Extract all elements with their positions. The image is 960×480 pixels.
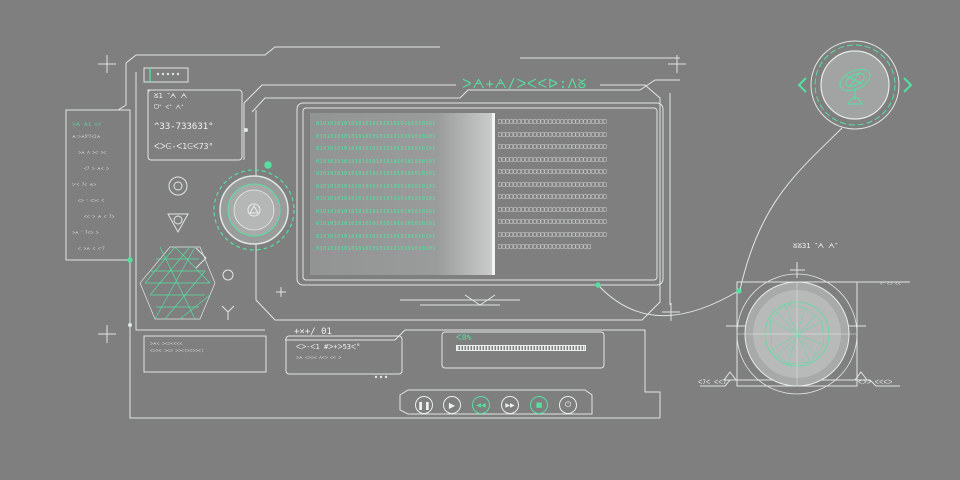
code-line: ᐸᐳ ᐩ ᐸᐳᐸ ᐸ — [78, 198, 105, 203]
right-label-d: ᐸᐳᐳ ᐸᐸᐸᐳ — [858, 379, 893, 386]
left-label-top: ᘜ1 ᐩᗅ ᗅ — [154, 92, 188, 100]
progress-label: ᐸ0% — [456, 333, 472, 342]
binary-row: 0101010101010101010101010101010101 — [316, 121, 436, 127]
lower-title: +×+/ 01 — [294, 327, 332, 337]
left-code-a: ^33-733631° — [154, 122, 214, 132]
scan-line — [492, 113, 495, 275]
empty-cell-row: □□□□□□□□□□□□□□□□□□□□□□□□ — [498, 244, 592, 250]
right-label-a: ᘜᘜ31 ᐩᗅ ᗅᐩ — [793, 242, 838, 250]
binary-row: 0101010101010101010101010101010101 — [316, 208, 436, 215]
play-button[interactable]: ▶ — [443, 396, 461, 414]
chevron-left-icon[interactable] — [797, 77, 807, 93]
lower-small: ᐳᗅ ᐸᐳᐳᐸ ᐱᐸᐳ ᐸᐸ ᐳ — [296, 355, 342, 360]
empty-cell-row: □□□□□□□□□□□□□□□□□□□□□□□□□□□□ — [498, 181, 607, 188]
rewind-button[interactable]: ◀◀ — [472, 396, 490, 414]
binary-row: 0101010101010101010101010101010101 — [316, 183, 436, 190]
binary-row: 0101010101010101010101010101010101 — [316, 233, 436, 240]
binary-row: 0101010101010101010101010101010101 — [316, 196, 436, 202]
binary-row: 0101010101010101010101010101010101 — [316, 133, 436, 140]
code-line: ᐳᐩᐸ 7ᐸ ᗅᐳ — [72, 182, 97, 187]
empty-cell-row: □□□□□□□□□□□□□□□□□□□□□□□□□□□□ — [498, 131, 607, 138]
main-screen: 0101010101010101010101010101010101 □□□□□□… — [310, 113, 660, 275]
stop-button[interactable]: ■ — [530, 396, 548, 414]
code-line: ᗅ:ᐳᗅ5ᐩ7ᐸ2ᗅ — [72, 134, 101, 139]
binary-row: 0101010101010101010101010101010101 — [316, 158, 436, 165]
progress-bar — [456, 345, 586, 351]
empty-cell-row: □□□□□□□□□□□□□□□□□□□□□□□□□□□□ — [498, 206, 607, 213]
hex-triangle-pattern — [139, 246, 216, 320]
code-panel-header: ᐳᗅ ᗅ1 ᐸᐸ — [72, 122, 102, 128]
pause-button[interactable]: ❚❚ — [415, 396, 433, 414]
log-title: ᐳᗅᐸ ᐳᐸᐳᐸᐸᐸᐸ — [150, 341, 183, 346]
code-line: ᐸᐸ ᐳ ᗅ ᐸ 7ᐳ — [84, 214, 115, 219]
left-code-b: ᐸᐳᕮ-ᐸ1ᕮᐸ73° — [154, 142, 214, 151]
header-title: ᐳᗅ+ᗅ/ᐳᐸᐸᐅ:ᐱᘜ — [462, 77, 588, 92]
empty-cell-row: □□□□□□□□□□□□□□□□□□□□□□□□□□□□ — [498, 144, 607, 150]
code-line: ᐸ ᐳᗅ ᐸ ᐸᐩ7 — [78, 246, 105, 251]
hud-interface: 0101010101010101010101010101010101 □□□□□□… — [0, 0, 960, 480]
forward-button[interactable]: ▶▶ — [501, 396, 519, 414]
code-panel: ᐳᗅ ᗅ1 ᐸᐸ ᗅ:ᐳᗅ5ᐩ7ᐸ2ᗅ ᐳᗅ ᐱ ᐳᐸ ᐳᐸ ᐸ7 ᐳ ᗅᐸ ᐳ ᐳᐩ… — [72, 122, 114, 252]
right-label-c: ᐸ7ᐸ ᐸᐸ7 — [698, 379, 727, 386]
right-label-b: ᐸᐩ ᐸᐳ ᐸᐸ — [880, 281, 901, 286]
code-line: ᐸ7 ᐳ ᗅᐸ ᐳ — [84, 166, 110, 171]
lower-code: ᐸᐳ-ᐸ1 #ᐳ+ᐳ53ᐸ° — [296, 343, 361, 351]
chevron-right-icon[interactable] — [903, 77, 913, 93]
code-lines: ᗅ:ᐳᗅ5ᐩ7ᐸ2ᗅ ᐳᗅ ᐱ ᐳᐸ ᐳᐸ ᐸ7 ᐳ ᗅᐸ ᐳ ᐳᐩᐸ 7ᐸ ᗅᐳ ᐸᐳ… — [72, 134, 114, 252]
empty-cell-row: □□□□□□□□□□□□□□□□□□□□□□□□□□□□ — [498, 231, 607, 238]
empty-cell-row: □□□□□□□□□□□□□□□□□□□□□□□□□□□□ — [498, 119, 607, 125]
binary-row: 0101010101010101010101010101010101 — [316, 221, 436, 227]
empty-cell-row: □□□□□□□□□□□□□□□□□□□□□□□□□□□□ — [498, 169, 607, 175]
radar-top — [810, 40, 900, 130]
empty-cell-row: □□□□□□□□□□□□□□□□□□□□□□□□□□□□ — [498, 219, 607, 225]
code-line: ᐳᗅ ᐱ ᐳᐸ ᐳᐸ — [78, 150, 107, 155]
binary-row: 0101010101010101010101010101010101 — [316, 171, 436, 177]
binary-row: 0101010101010101010101010101010101 — [316, 146, 436, 152]
progress-fill — [457, 346, 585, 350]
left-label-sub: ᗜᐩ ᐸᐩ ᗅᐩ — [154, 104, 184, 111]
power-button[interactable]: ⏻ — [559, 396, 577, 414]
binary-row: 0101010101010101010101010101010101 — [316, 246, 436, 252]
core-gauge — [213, 169, 295, 251]
empty-cell-row: □□□□□□□□□□□□□□□□□□□□□□□□□□□□ — [498, 194, 607, 200]
code-line: ᐳᗅ ᐩ 7ᐸᐳ ᐳ — [72, 230, 99, 235]
empty-cell-row: □□□□□□□□□□□□□□□□□□□□□□□□□□□□ — [498, 156, 607, 163]
radar-globe — [723, 273, 868, 395]
log-line: ᐸᐳᐳᐸ ᐳᐸᐳ ᐳᐳᐸ(ᐳᐸᐳᐳᐸ) — [150, 348, 204, 353]
